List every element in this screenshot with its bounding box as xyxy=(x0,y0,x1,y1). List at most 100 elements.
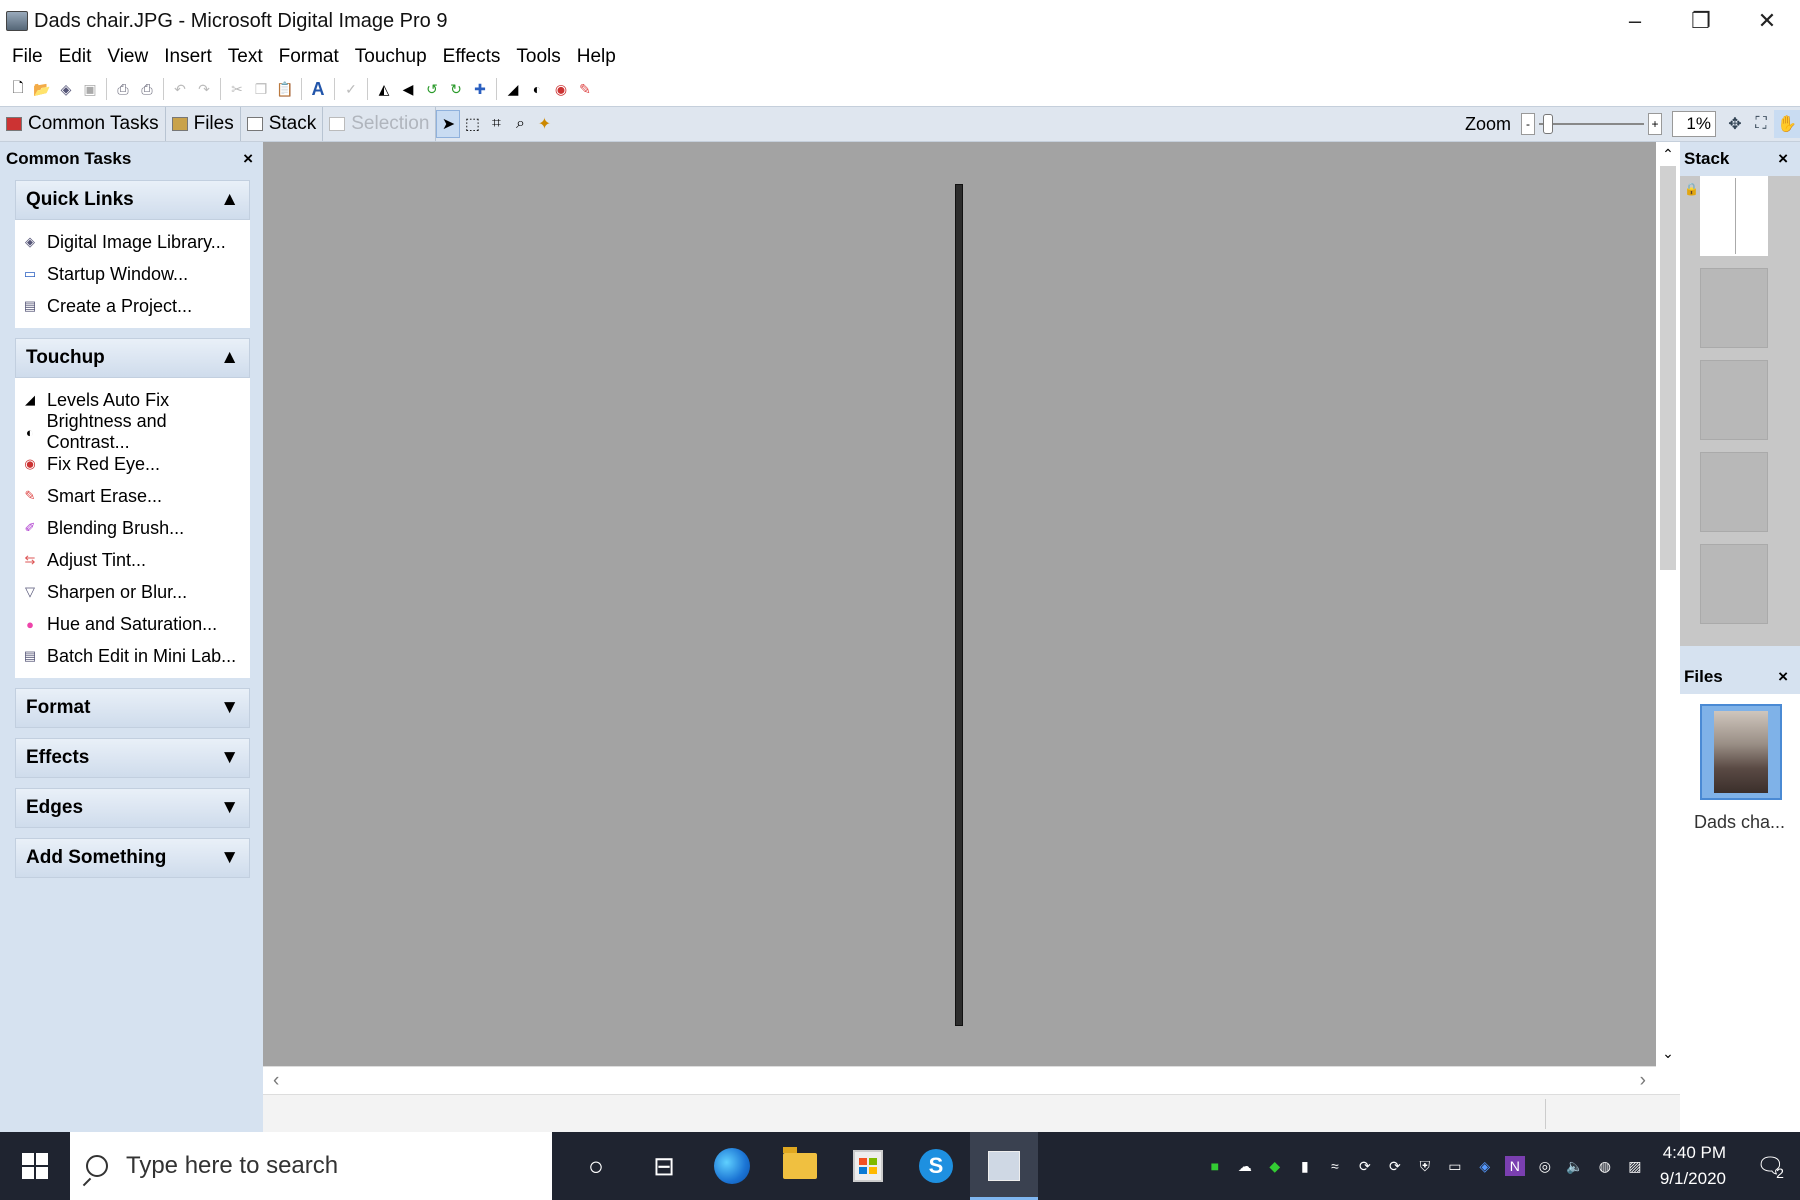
clock[interactable]: 4:40 PM 9/1/2020 xyxy=(1660,1140,1726,1192)
menu-format[interactable]: Format xyxy=(271,46,347,68)
straighten-icon[interactable]: ✚ xyxy=(471,80,489,98)
volume-icon[interactable]: 🔈 xyxy=(1565,1156,1585,1176)
file-name-label[interactable]: Dads cha... xyxy=(1694,812,1785,833)
zoom-value-field[interactable]: 1% xyxy=(1672,111,1716,137)
menu-tools[interactable]: Tools xyxy=(508,46,568,68)
fit-window-icon[interactable]: ⛶ xyxy=(1748,110,1774,138)
security-check-icon[interactable]: ■ xyxy=(1205,1156,1225,1176)
file-thumbnail[interactable] xyxy=(1700,704,1782,800)
contrast-icon[interactable]: ◐ xyxy=(528,80,546,98)
vertical-scrollbar[interactable]: ⌃ ⌄ xyxy=(1656,142,1680,1066)
link-startup-window[interactable]: ▭ Startup Window... xyxy=(15,258,250,290)
hand-icon[interactable]: ✋ xyxy=(1774,110,1800,138)
lock-icon[interactable]: 🔒 xyxy=(1684,182,1699,196)
menu-edit[interactable]: Edit xyxy=(51,46,100,68)
menu-help[interactable]: Help xyxy=(569,46,624,68)
dropbox-icon[interactable]: ◈ xyxy=(1475,1156,1495,1176)
scroll-up-icon[interactable]: ⌃ xyxy=(1656,146,1680,163)
menu-text[interactable]: Text xyxy=(220,46,271,68)
link-create-project[interactable]: ▤ Create a Project... xyxy=(15,290,250,322)
library-icon[interactable]: ◈ xyxy=(57,80,75,98)
scan-icon[interactable]: ⎙ xyxy=(114,80,132,98)
text-icon[interactable]: A xyxy=(309,79,327,99)
open-icon[interactable]: 📂 xyxy=(33,80,51,98)
flip-horizontal-icon[interactable]: ◭ xyxy=(375,80,393,98)
paste-icon[interactable]: 📋 xyxy=(276,80,294,98)
select-tool-icon[interactable]: ⬚ xyxy=(460,110,484,138)
link-brightness-contrast[interactable]: ◐ Brightness and Contrast... xyxy=(15,411,250,452)
tab-stack[interactable]: Stack xyxy=(241,107,324,141)
files-close-button[interactable]: × xyxy=(1778,667,1788,687)
action-center-button[interactable]: 🗨 2 xyxy=(1740,1132,1800,1200)
smart-erase-icon[interactable]: ✎ xyxy=(576,80,594,98)
format-header[interactable]: Format ▼ xyxy=(15,688,250,728)
sync-icon-2[interactable]: ⟳ xyxy=(1385,1156,1405,1176)
onenote-icon[interactable]: N xyxy=(1504,1156,1525,1176)
edges-header[interactable]: Edges ▼ xyxy=(15,788,250,828)
tab-files[interactable]: Files xyxy=(166,107,241,141)
scrollbar-thumb[interactable] xyxy=(1660,166,1676,570)
stack-thumbnail[interactable] xyxy=(1700,176,1768,256)
scroll-right-icon[interactable]: › xyxy=(1640,1070,1646,1092)
skype-app[interactable]: S xyxy=(902,1132,970,1200)
link-hue-saturation[interactable]: ● Hue and Saturation... xyxy=(15,608,250,640)
display-icon[interactable]: ▭ xyxy=(1445,1156,1465,1176)
print-icon[interactable]: ⎙ xyxy=(138,80,156,98)
edge-app[interactable] xyxy=(698,1132,766,1200)
spellcheck-icon[interactable]: ✓ xyxy=(342,80,360,98)
minimize-button[interactable]: – xyxy=(1602,0,1668,42)
add-something-header[interactable]: Add Something ▼ xyxy=(15,838,250,878)
cortana-icon[interactable]: ○ xyxy=(562,1132,630,1200)
undo-icon[interactable]: ↶ xyxy=(171,80,189,98)
rotate-left-icon[interactable]: ↺ xyxy=(423,80,441,98)
freeform-select-icon[interactable]: ⌗ xyxy=(484,110,508,138)
app-tray-icon[interactable]: ◎ xyxy=(1535,1156,1555,1176)
cut-icon[interactable]: ✂ xyxy=(228,80,246,98)
start-button[interactable] xyxy=(0,1132,70,1200)
defender-icon[interactable]: ◆ xyxy=(1265,1156,1285,1176)
zoom-out-button[interactable]: - xyxy=(1521,113,1535,135)
globe-icon[interactable]: ◍ xyxy=(1595,1156,1615,1176)
rotate-right-icon[interactable]: ↻ xyxy=(447,80,465,98)
menu-view[interactable]: View xyxy=(99,46,156,68)
link-blending-brush[interactable]: ✐ Blending Brush... xyxy=(15,512,250,544)
copy-icon[interactable]: ❐ xyxy=(252,80,270,98)
pan-icon[interactable]: ✥ xyxy=(1722,110,1748,138)
flip-vertical-icon[interactable]: ◀ xyxy=(399,80,417,98)
stack-close-button[interactable]: × xyxy=(1778,149,1788,169)
link-adjust-tint[interactable]: ⇆ Adjust Tint... xyxy=(15,544,250,576)
network-icon[interactable]: ≈ xyxy=(1325,1156,1345,1176)
red-eye-icon[interactable]: ◉ xyxy=(552,80,570,98)
menu-file[interactable]: File xyxy=(4,46,51,68)
scroll-left-icon[interactable]: ‹ xyxy=(273,1070,279,1092)
redo-icon[interactable]: ↷ xyxy=(195,80,213,98)
store-app[interactable] xyxy=(834,1132,902,1200)
link-digital-image-library[interactable]: ◈ Digital Image Library... xyxy=(15,226,250,258)
levels-icon[interactable]: ◢ xyxy=(504,80,522,98)
save-icon[interactable]: ▣ xyxy=(81,80,99,98)
usb-icon[interactable]: ▮ xyxy=(1295,1156,1315,1176)
panel-close-button[interactable]: × xyxy=(243,149,253,169)
file-explorer-app[interactable] xyxy=(766,1132,834,1200)
quick-links-header[interactable]: Quick Links ▲ xyxy=(15,180,250,220)
horizontal-scrollbar[interactable]: ‹ › xyxy=(263,1066,1656,1094)
zoom-slider[interactable] xyxy=(1539,113,1644,135)
image-preview[interactable] xyxy=(955,184,963,1026)
notes-icon[interactable]: ▨ xyxy=(1625,1156,1645,1176)
link-sharpen-blur[interactable]: ▽ Sharpen or Blur... xyxy=(15,576,250,608)
zoom-in-button[interactable]: + xyxy=(1648,113,1662,135)
scroll-down-icon[interactable]: ⌄ xyxy=(1656,1045,1680,1062)
zoom-slider-thumb[interactable] xyxy=(1543,114,1553,134)
link-batch-edit[interactable]: ▤ Batch Edit in Mini Lab... xyxy=(15,640,250,672)
menu-insert[interactable]: Insert xyxy=(156,46,220,68)
image-canvas[interactable] xyxy=(263,142,1656,1066)
close-button[interactable]: ✕ xyxy=(1734,0,1800,42)
touchup-header[interactable]: Touchup ▲ xyxy=(15,338,250,378)
restore-button[interactable]: ❐ xyxy=(1668,0,1734,42)
new-icon[interactable]: 🗋 xyxy=(9,79,27,98)
onedrive-icon[interactable]: ☁ xyxy=(1235,1156,1255,1176)
taskbar-search[interactable]: Type here to search xyxy=(70,1132,552,1200)
shield-icon[interactable]: ⛨ xyxy=(1415,1156,1435,1176)
zoom-tool-icon[interactable]: ⌕ xyxy=(508,110,532,138)
menu-effects[interactable]: Effects xyxy=(435,46,509,68)
